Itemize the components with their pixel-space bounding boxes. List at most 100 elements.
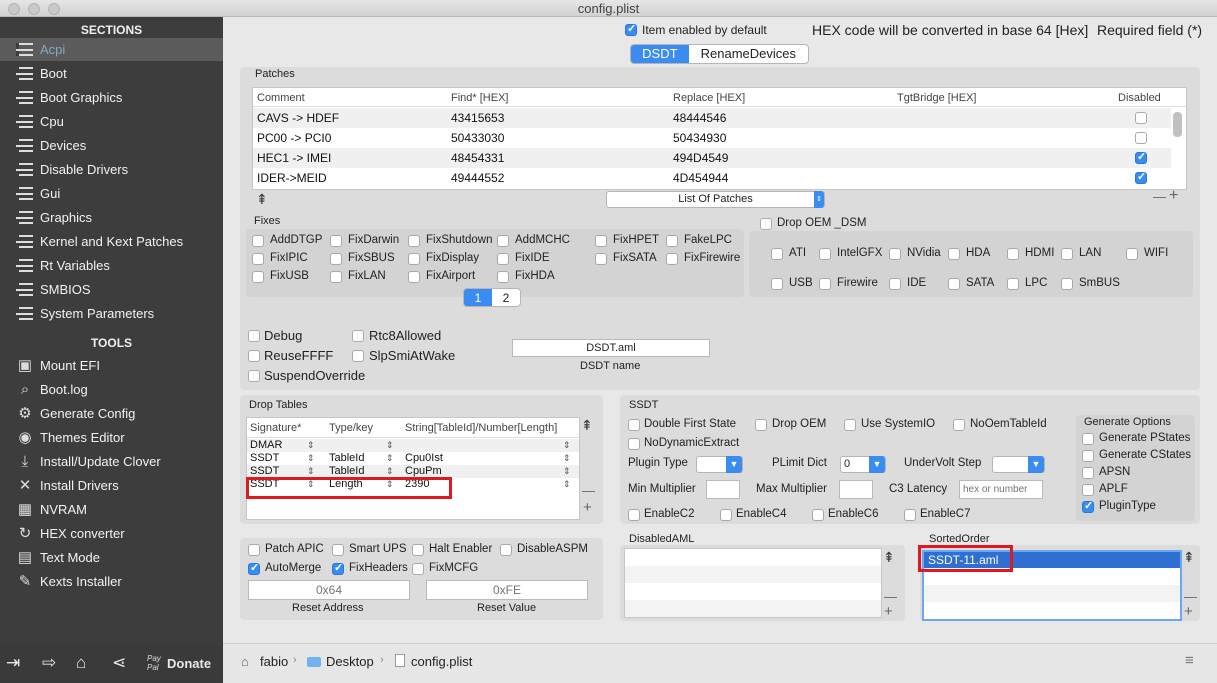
- tab-dsdt[interactable]: DSDT: [631, 45, 689, 63]
- zoom-window-button[interactable]: [48, 3, 60, 15]
- cell-replace[interactable]: 50434930: [673, 131, 726, 145]
- table-row[interactable]: IDER->MEID 49444552 4D454944: [253, 168, 1171, 188]
- sidebar-item-smbios[interactable]: SMBIOS: [0, 278, 223, 301]
- fix-fakelpc-checkbox[interactable]: [666, 235, 678, 247]
- dsdt-name-field[interactable]: DSDT.aml: [512, 339, 710, 357]
- disabled-checkbox[interactable]: [1135, 150, 1147, 164]
- drag-handle-icon[interactable]: ⇞: [256, 191, 268, 208]
- fixmcfg-checkbox[interactable]: [412, 563, 424, 575]
- sidebar-item-system-parameters[interactable]: System Parameters: [0, 302, 223, 325]
- drop-tables-add-button[interactable]: +: [583, 499, 592, 516]
- gen-aplf-checkbox[interactable]: [1082, 484, 1094, 496]
- sidebar-item-cpu[interactable]: Cpu: [0, 110, 223, 133]
- fix-fixipic-checkbox[interactable]: [252, 253, 264, 265]
- reuseffff-checkbox[interactable]: [248, 350, 260, 362]
- sorted-order-drag-icon[interactable]: ⇞: [1183, 549, 1195, 566]
- no-dynamic-extract-checkbox[interactable]: [628, 438, 640, 450]
- tool-text-mode[interactable]: ▤ Text Mode: [0, 546, 223, 569]
- cell-find[interactable]: 48454331: [451, 151, 504, 165]
- col-type-key[interactable]: Type/key: [329, 422, 373, 434]
- fixes-page-2[interactable]: 2: [492, 289, 520, 306]
- reset-address-field[interactable]: [248, 580, 410, 600]
- import-icon[interactable]: ⇥: [6, 653, 20, 673]
- disable-aspm-checkbox[interactable]: [500, 544, 512, 556]
- debug-checkbox[interactable]: [248, 330, 260, 342]
- drop-tables-remove-button[interactable]: —: [582, 483, 595, 498]
- sorted-order-add-button[interactable]: +: [1184, 603, 1193, 620]
- sidebar-item-graphics[interactable]: Graphics: [0, 206, 223, 229]
- disabled-aml-remove-button[interactable]: —: [884, 589, 897, 604]
- cell-replace[interactable]: 494D4549: [673, 151, 728, 165]
- no-oem-table-id-checkbox[interactable]: [953, 419, 965, 431]
- dsm-ide-checkbox[interactable]: [889, 278, 901, 290]
- fix-fixlan-checkbox[interactable]: [330, 271, 342, 283]
- menu-lines-icon[interactable]: ≡: [1185, 652, 1194, 669]
- max-multiplier-field[interactable]: [839, 480, 873, 499]
- sorted-order-remove-button[interactable]: —: [1184, 589, 1197, 604]
- gen-generate-pstates-checkbox[interactable]: [1082, 433, 1094, 445]
- close-window-button[interactable]: [8, 3, 20, 15]
- stepper-icon[interactable]: ⇕: [386, 452, 394, 465]
- reset-value-field[interactable]: [426, 580, 588, 600]
- path-item-file[interactable]: config.plist: [411, 654, 472, 669]
- dsm-sata-checkbox[interactable]: [948, 278, 960, 290]
- stepper-icon[interactable]: ⇕: [563, 452, 571, 465]
- donate-button[interactable]: Donate: [167, 656, 211, 671]
- sidebar-item-disable-drivers[interactable]: Disable Drivers: [0, 158, 223, 181]
- stepper-icon[interactable]: ⇕: [563, 478, 571, 491]
- drop-tables-drag-icon[interactable]: ⇞: [581, 417, 593, 434]
- col-tgtbridge[interactable]: TgtBridge [HEX]: [897, 92, 976, 104]
- sidebar-item-rt-variables[interactable]: Rt Variables: [0, 254, 223, 277]
- path-item-desktop[interactable]: Desktop: [326, 654, 374, 669]
- patches-scrollbar[interactable]: [1173, 112, 1182, 137]
- fix-fixdisplay-checkbox[interactable]: [408, 253, 420, 265]
- table-row[interactable]: SSDT TableId Cpu0Ist ⇕ ⇕ ⇕: [247, 452, 579, 465]
- tool-install-update-clover[interactable]: ⤓ Install/Update Clover: [0, 450, 223, 473]
- dsm-usb-checkbox[interactable]: [771, 278, 783, 290]
- fix-fixfirewire-checkbox[interactable]: [666, 253, 678, 265]
- fix-addmchc-checkbox[interactable]: [497, 235, 509, 247]
- dsm-hdmi-checkbox[interactable]: [1007, 248, 1019, 260]
- min-multiplier-field[interactable]: [706, 480, 740, 499]
- sidebar-item-boot-graphics[interactable]: Boot Graphics: [0, 86, 223, 109]
- cell-comment[interactable]: IDER->MEID: [257, 171, 327, 185]
- list-of-patches-popup[interactable]: List Of Patches ⇕: [606, 191, 825, 208]
- disabled-checkbox[interactable]: [1135, 112, 1147, 124]
- table-row[interactable]: PC00 -> PCI0 50433030 50434930: [253, 128, 1171, 148]
- stepper-icon[interactable]: ⇕: [563, 439, 571, 452]
- cell-replace[interactable]: 48444546: [673, 111, 726, 125]
- plimit-dict-popup[interactable]: 0 ▼: [840, 456, 886, 473]
- stepper-icon[interactable]: ⇕: [563, 465, 571, 478]
- slpsmiatwake-checkbox[interactable]: [352, 350, 364, 362]
- fix-fixdarwin-checkbox[interactable]: [330, 235, 342, 247]
- dsm-lpc-checkbox[interactable]: [1007, 278, 1019, 290]
- tool-generate-config[interactable]: ⚙ Generate Config: [0, 402, 223, 425]
- cell-comment[interactable]: HEC1 -> IMEI: [257, 151, 331, 165]
- col-signature[interactable]: Signature*: [250, 422, 301, 434]
- cell-find[interactable]: 43415653: [451, 111, 504, 125]
- cell-sig[interactable]: DMAR: [250, 439, 282, 452]
- dsm-nvidia-checkbox[interactable]: [889, 248, 901, 260]
- plugin-type-popup[interactable]: ▼: [696, 456, 743, 473]
- disabled-checkbox[interactable]: [1135, 170, 1147, 184]
- col-replace[interactable]: Replace [HEX]: [673, 92, 745, 104]
- table-row[interactable]: CAVS -> HDEF 43415653 48444546: [253, 108, 1171, 128]
- dsm-firewire-checkbox[interactable]: [819, 278, 831, 290]
- cell-sig[interactable]: SSDT: [250, 452, 279, 465]
- enable-c2-checkbox[interactable]: [628, 509, 640, 521]
- home-icon[interactable]: ⌂: [76, 653, 86, 673]
- cell-replace[interactable]: 4D454944: [673, 171, 728, 185]
- tool-install-drivers[interactable]: ✕ Install Drivers: [0, 474, 223, 497]
- disabled-aml-list[interactable]: [624, 548, 882, 618]
- dsm-ati-checkbox[interactable]: [771, 248, 783, 260]
- stepper-icon[interactable]: ⇕: [386, 439, 394, 452]
- tool-mount-efi[interactable]: ▣ Mount EFI: [0, 354, 223, 377]
- stepper-icon[interactable]: ⇕: [307, 452, 315, 465]
- tool-boot-log[interactable]: ⌕ Boot.log: [0, 378, 223, 401]
- tool-nvram[interactable]: ▦ NVRAM: [0, 498, 223, 521]
- sidebar-item-acpi[interactable]: Acpi: [0, 38, 223, 61]
- tool-themes-editor[interactable]: ◉ Themes Editor: [0, 426, 223, 449]
- col-disabled[interactable]: Disabled: [1118, 92, 1161, 104]
- cell-val[interactable]: Cpu0Ist: [405, 452, 443, 465]
- disabled-aml-drag-icon[interactable]: ⇞: [883, 549, 895, 566]
